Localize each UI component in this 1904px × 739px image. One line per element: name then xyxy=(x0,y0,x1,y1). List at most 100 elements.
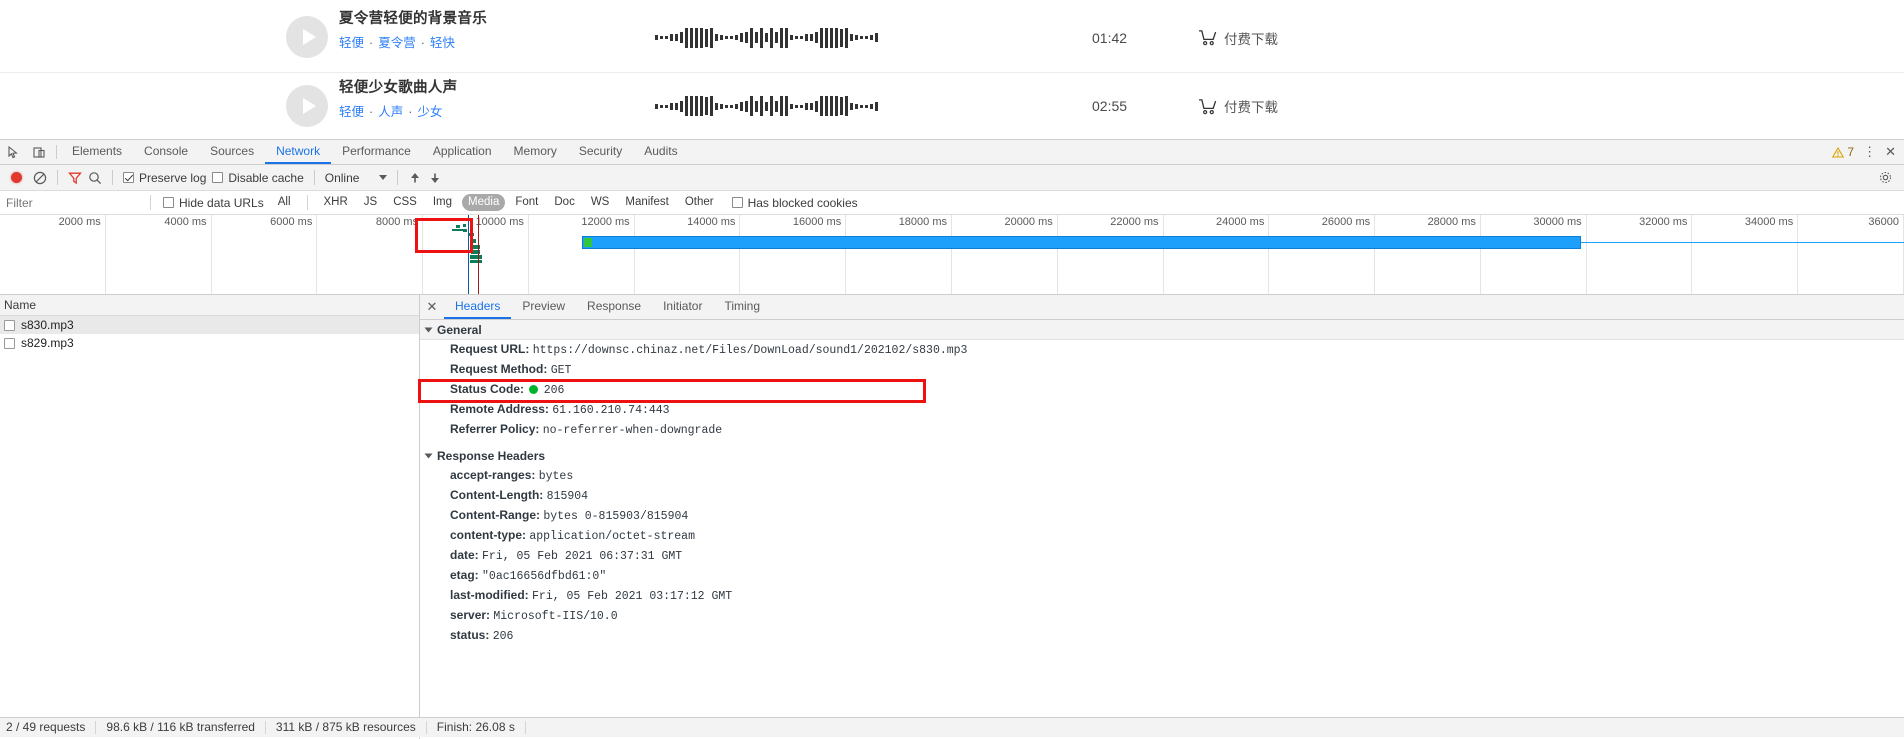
track-tag[interactable]: 夏令营 xyxy=(378,36,416,50)
tab-audits[interactable]: Audits xyxy=(633,140,688,164)
track-row[interactable]: 轻便少女歌曲人声 轻便 · 人声 · 少女 02:55 付费下载 xyxy=(0,72,1904,139)
network-overview-timeline[interactable]: 2000 ms 4000 ms 6000 ms 8000 ms 10000 ms 1200… xyxy=(0,215,1904,295)
warning-badge[interactable]: 7 xyxy=(1832,145,1854,159)
header-key: Referrer Policy: xyxy=(450,422,540,436)
tab-elements[interactable]: Elements xyxy=(61,140,133,164)
general-section-header[interactable]: General xyxy=(420,320,1904,340)
toolbar-divider xyxy=(57,170,58,185)
filter-divider xyxy=(150,195,151,210)
export-har-icon[interactable] xyxy=(428,171,442,185)
has-blocked-cookies-checkbox[interactable]: Has blocked cookies xyxy=(731,196,858,210)
track-tag[interactable]: 轻便 xyxy=(339,105,364,119)
filter-type-media[interactable]: Media xyxy=(462,194,506,211)
header-value: 61.160.210.74:443 xyxy=(552,404,670,417)
overview-request-blip xyxy=(463,229,468,232)
header-content-length: Content-Length: 815904 xyxy=(420,486,1904,506)
waveform-bar xyxy=(705,97,708,115)
waveform-bar xyxy=(800,36,803,39)
filter-type-font[interactable]: Font xyxy=(509,194,544,211)
table-row[interactable]: s830.mp3 xyxy=(0,316,419,334)
import-har-icon[interactable] xyxy=(408,171,422,185)
waveform-bar xyxy=(740,101,743,111)
tab-performance[interactable]: Performance xyxy=(331,140,422,164)
disable-cache-checkbox[interactable]: Disable cache xyxy=(212,171,304,185)
filter-type-js[interactable]: JS xyxy=(358,194,383,211)
tab-sources[interactable]: Sources xyxy=(199,140,265,164)
waveform-bar xyxy=(735,103,738,109)
request-type-icon xyxy=(4,337,15,349)
waveform-bar xyxy=(680,100,683,112)
filter-funnel-icon[interactable] xyxy=(68,171,82,185)
request-name: s830.mp3 xyxy=(21,318,74,332)
more-vertical-icon[interactable]: ⋮ xyxy=(1863,145,1876,158)
close-details-icon[interactable]: ✕ xyxy=(420,295,444,319)
tab-timing[interactable]: Timing xyxy=(713,295,771,319)
response-headers-section-header[interactable]: Response Headers xyxy=(420,446,1904,466)
clear-icon[interactable] xyxy=(33,171,47,185)
response-headers-section-label: Response Headers xyxy=(437,449,546,463)
waveform-bar xyxy=(690,27,693,48)
waveform-bar xyxy=(760,96,763,116)
tab-headers[interactable]: Headers xyxy=(444,295,512,319)
overview-request-blip xyxy=(463,224,467,227)
tab-application[interactable]: Application xyxy=(422,140,503,164)
gear-icon[interactable] xyxy=(1879,171,1892,184)
filter-type-manifest[interactable]: Manifest xyxy=(619,194,674,211)
filter-type-css[interactable]: CSS xyxy=(387,194,423,211)
close-icon[interactable]: ✕ xyxy=(1885,145,1896,158)
paid-download-button[interactable]: 付费下载 xyxy=(1198,96,1278,116)
inspect-element-icon[interactable] xyxy=(0,140,26,164)
preserve-log-checkbox[interactable]: Preserve log xyxy=(123,171,206,185)
waveform-bar xyxy=(810,34,813,41)
table-row[interactable]: s829.mp3 xyxy=(0,334,419,352)
requests-column-header[interactable]: Name xyxy=(0,295,419,316)
filter-type-xhr[interactable]: XHR xyxy=(318,194,354,211)
column-name-label: Name xyxy=(4,298,37,312)
play-button[interactable] xyxy=(286,85,328,127)
waveform-bar xyxy=(785,27,788,48)
tab-console[interactable]: Console xyxy=(133,140,199,164)
tab-memory[interactable]: Memory xyxy=(503,140,568,164)
tab-security[interactable]: Security xyxy=(568,140,633,164)
waveform-bar xyxy=(725,104,728,108)
filter-type-img[interactable]: Img xyxy=(427,194,458,211)
checkbox-box xyxy=(123,172,134,183)
waveform-bar xyxy=(740,33,743,42)
throttling-select[interactable]: Online xyxy=(325,171,388,185)
header-key: last-modified: xyxy=(450,588,529,602)
track-duration: 01:42 xyxy=(1092,29,1128,46)
waveform-bar xyxy=(855,103,858,109)
toolbar-divider xyxy=(397,170,399,185)
paid-download-button[interactable]: 付费下载 xyxy=(1198,28,1278,48)
header-etag: etag: "0ac16656dfbd61:0" xyxy=(420,566,1904,586)
play-button[interactable] xyxy=(286,16,328,58)
track-tag[interactable]: 轻便 xyxy=(339,36,364,50)
tab-preview[interactable]: Preview xyxy=(511,295,576,319)
filter-type-all[interactable]: All xyxy=(272,194,297,211)
hide-data-urls-checkbox[interactable]: Hide data URLs xyxy=(163,196,264,210)
tab-response[interactable]: Response xyxy=(576,295,652,319)
tab-network[interactable]: Network xyxy=(265,140,332,164)
waveform-bar xyxy=(765,101,768,111)
filter-input[interactable] xyxy=(4,194,142,211)
overview-request-bar xyxy=(581,236,1582,249)
waveform-bar xyxy=(660,104,663,108)
record-button[interactable] xyxy=(11,172,22,183)
load-event-marker xyxy=(477,215,479,294)
track-row[interactable]: 夏令营轻便的背景音乐 轻便 · 夏令营 · 轻快 01:42 付费下载 xyxy=(0,4,1904,71)
request-type-icon xyxy=(4,319,15,331)
overview-request-blip xyxy=(455,225,460,228)
filter-type-doc[interactable]: Doc xyxy=(548,194,580,211)
track-tag[interactable]: 少女 xyxy=(417,105,442,119)
filter-type-ws[interactable]: WS xyxy=(585,194,616,211)
device-toolbar-icon[interactable] xyxy=(26,140,52,164)
filter-type-other[interactable]: Other xyxy=(679,194,720,211)
waveform-bar xyxy=(820,27,823,48)
header-key: status: xyxy=(450,628,490,642)
track-tag[interactable]: 人声 xyxy=(378,105,403,119)
network-toolbar: Preserve log Disable cache Online xyxy=(0,165,1904,191)
track-tag[interactable]: 轻快 xyxy=(430,36,455,50)
search-icon[interactable] xyxy=(88,171,102,185)
header-value: "0ac16656dfbd61:0" xyxy=(482,570,607,583)
tab-initiator[interactable]: Initiator xyxy=(652,295,713,319)
